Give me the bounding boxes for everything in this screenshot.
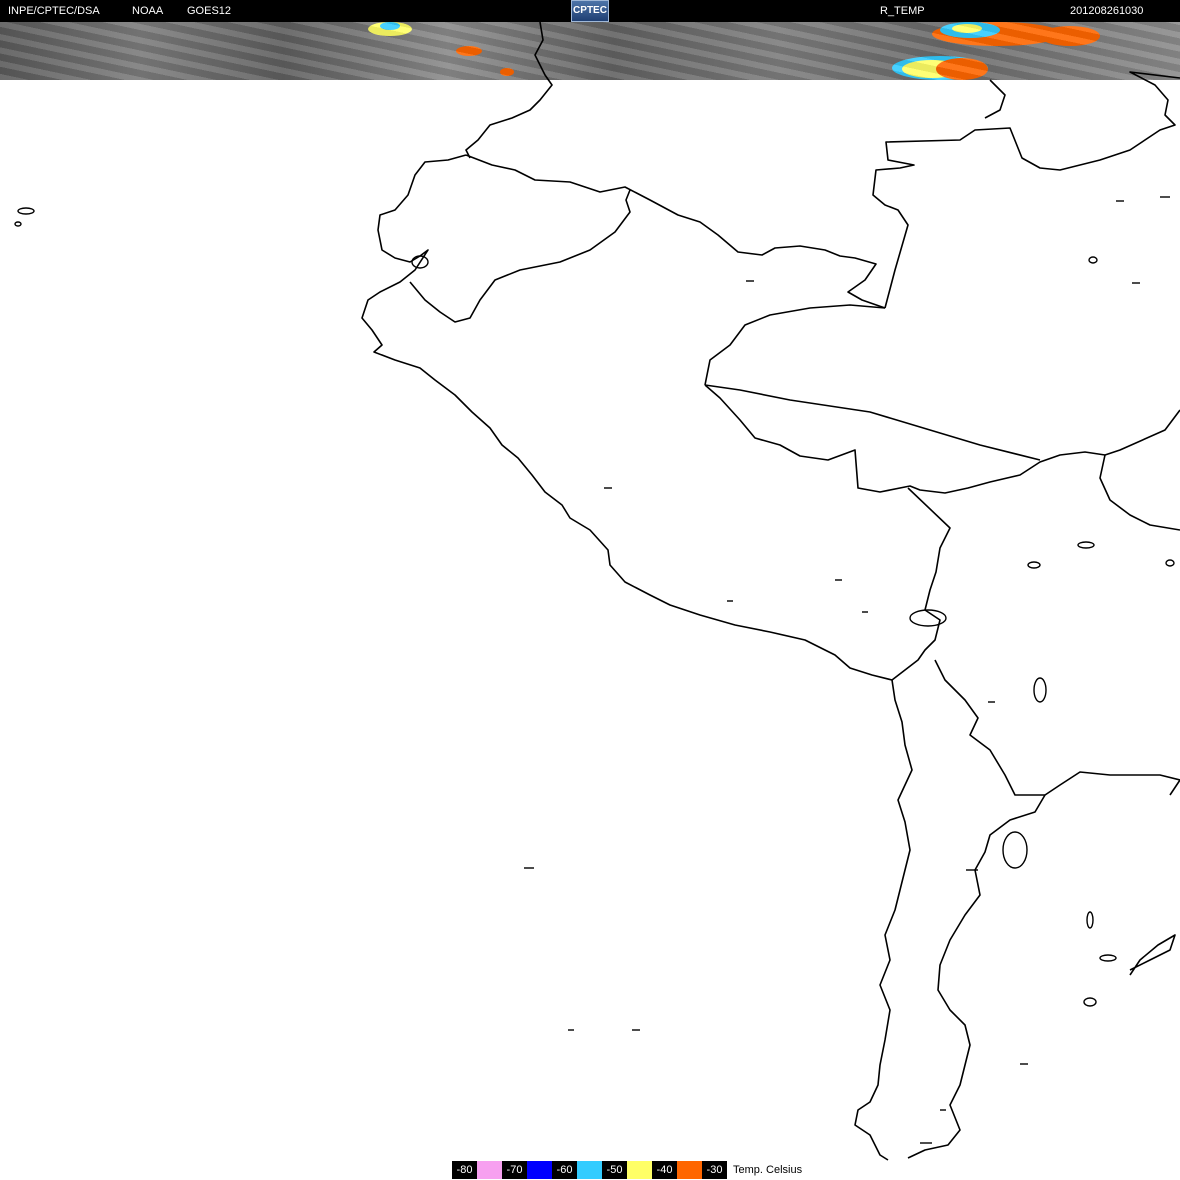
- legend-label-minus80: -80: [452, 1161, 477, 1179]
- lake: [1077, 541, 1095, 549]
- legend-label-minus40: -40: [652, 1161, 677, 1179]
- temperature-legend: -80 -70 -60 -50 -40 -30 Temp. Celsius: [452, 1161, 802, 1179]
- lake: [1083, 997, 1097, 1007]
- lake: [1033, 677, 1047, 703]
- legend-swatch-minus40: [677, 1161, 702, 1179]
- legend-unit-label: Temp. Celsius: [733, 1164, 803, 1176]
- lake: [1088, 256, 1098, 264]
- peru-brazil-border: [704, 384, 1106, 494]
- coastline-north: [465, 21, 553, 159]
- peru-bolivia-border: [891, 487, 951, 681]
- colombia-peru-border: [465, 154, 886, 309]
- country-boundaries-map: [14, 21, 1180, 1161]
- bolivia-chile-border: [934, 659, 1045, 796]
- legend-label-minus50: -50: [602, 1161, 627, 1179]
- chile-coast: [854, 679, 913, 1161]
- chile-argentina-border: [907, 794, 1046, 1159]
- paraguay-border: [1129, 934, 1176, 976]
- bolivia-south-border: [1044, 771, 1180, 796]
- legend-swatch-minus80: [477, 1161, 502, 1179]
- ecuador-coast: [361, 154, 893, 681]
- legend-swatch-minus60: [577, 1161, 602, 1179]
- colombia-brazil-border: [872, 71, 1180, 309]
- legend-label-minus70: -70: [502, 1161, 527, 1179]
- salt-flat: [1002, 831, 1028, 869]
- galapagos-island: [17, 207, 35, 215]
- lake: [1086, 911, 1094, 929]
- acre-boundary: [704, 304, 886, 386]
- legend-label-minus60: -60: [552, 1161, 577, 1179]
- legend-swatch-minus50: [627, 1161, 652, 1179]
- venezuela-boundary: [984, 79, 1006, 119]
- bolivia-east-border: [1104, 409, 1180, 456]
- bolivia-north-border: [1099, 454, 1180, 531]
- galapagos-island: [14, 221, 22, 227]
- legend-label-minus30: -30: [702, 1161, 727, 1179]
- lake: [1165, 559, 1175, 567]
- lake: [1099, 954, 1117, 962]
- ecuador-peru-border: [409, 189, 631, 323]
- lake: [1027, 561, 1041, 569]
- legend-swatch-minus70: [527, 1161, 552, 1179]
- brazil-bolivia-border: [704, 384, 1041, 461]
